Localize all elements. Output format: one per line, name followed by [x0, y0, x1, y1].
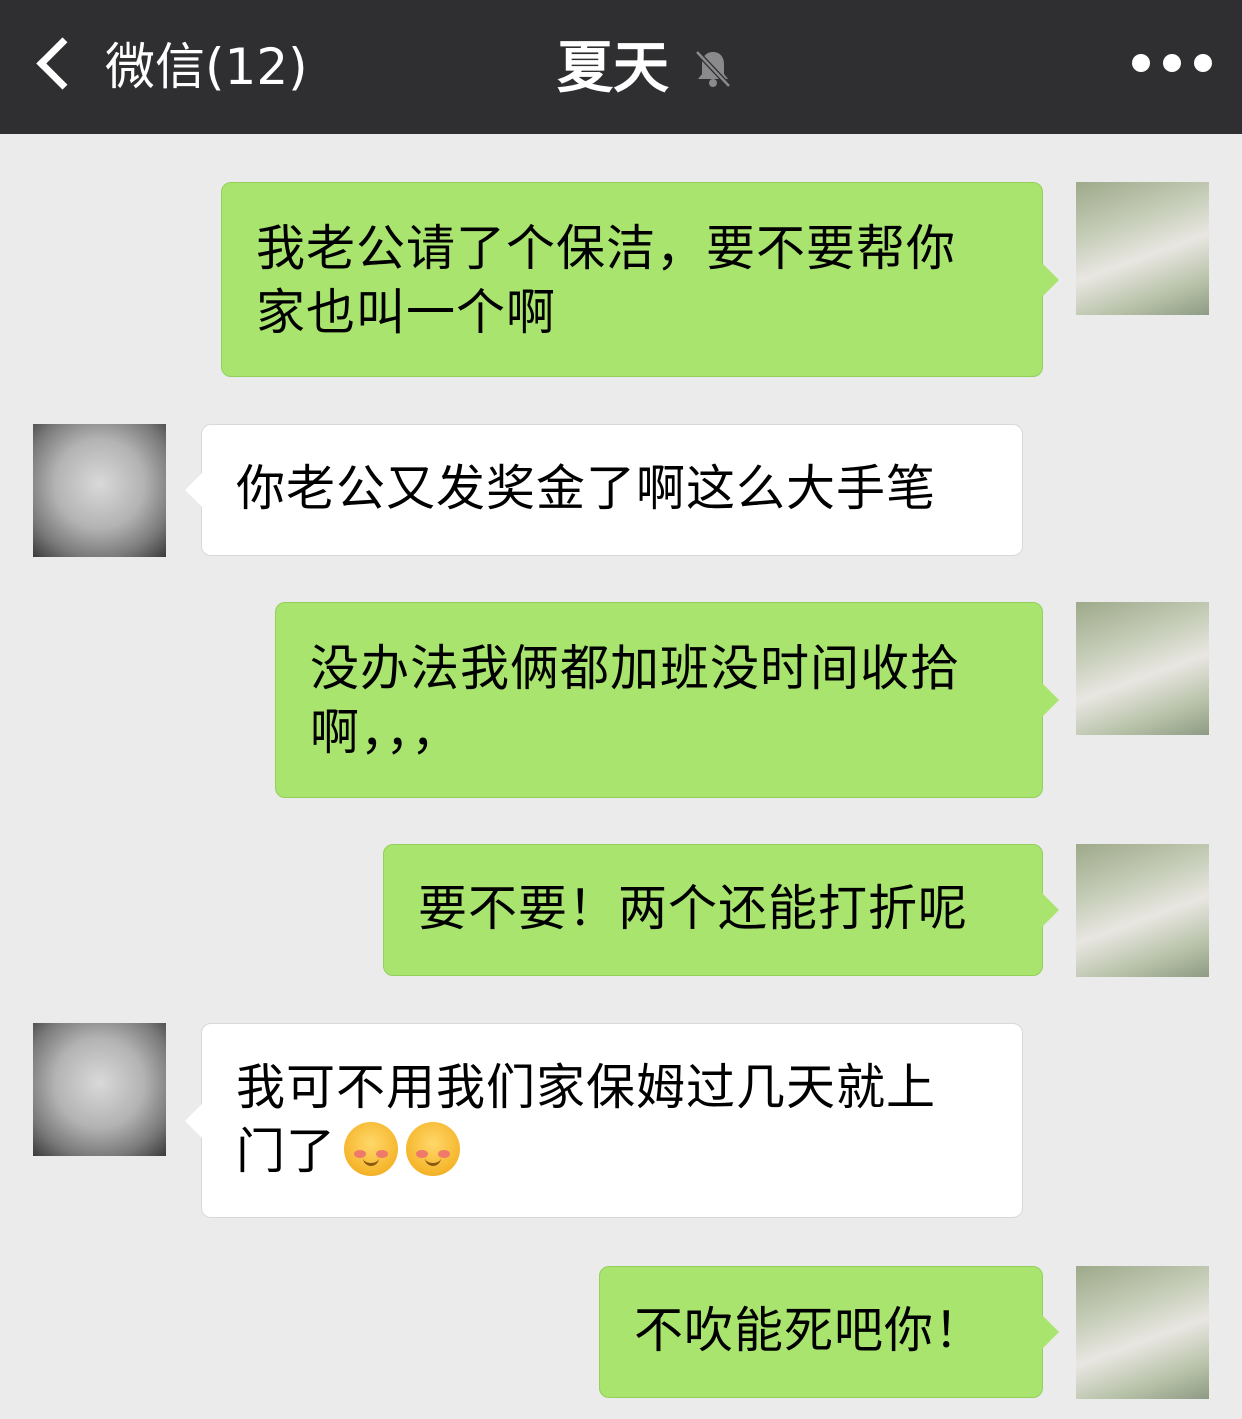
avatar[interactable] — [1076, 1266, 1209, 1399]
message-bubble[interactable]: 我可不用我们家保姆过几天就上 门了 — [185, 1023, 1023, 1218]
bubble-tail — [185, 473, 202, 507]
avatar[interactable] — [1076, 602, 1209, 735]
avatar[interactable] — [33, 1023, 166, 1156]
message-text: 没办法我俩都加班没时间收拾 啊，，， — [310, 640, 961, 761]
message-bubble[interactable]: 你老公又发奖金了啊这么大手笔 — [185, 424, 1023, 556]
bubble-tail — [1042, 683, 1059, 717]
avatar[interactable] — [33, 424, 166, 557]
more-dots-icon — [1132, 54, 1150, 72]
more-options-button[interactable] — [1132, 46, 1212, 80]
message-text: 我老公请了个保洁，要不要帮你 家也叫一个啊 — [256, 220, 957, 341]
avatar[interactable] — [1076, 182, 1209, 315]
chat-header: 微信(12) 夏天 — [0, 0, 1242, 134]
message-text: 你老公又发奖金了啊这么大手笔 — [236, 460, 937, 517]
message-bubble[interactable]: 没办法我俩都加班没时间收拾 啊，，， — [275, 602, 1059, 798]
message-bubble[interactable]: 我老公请了个保洁，要不要帮你 家也叫一个啊 — [221, 182, 1059, 377]
bell-off-icon — [695, 50, 731, 88]
message-bubble[interactable]: 要不要！两个还能打折呢 — [383, 844, 1059, 976]
message-text: 要不要！两个还能打折呢 — [418, 880, 969, 937]
bubble-tail — [1042, 893, 1059, 927]
message-text: 我可不用我们家保姆过几天就上 门了 — [236, 1059, 937, 1180]
bubble-tail — [1042, 1315, 1059, 1349]
avatar[interactable] — [1076, 844, 1209, 977]
blush-emoji-icon — [406, 1122, 461, 1176]
blush-emoji-icon — [344, 1122, 399, 1176]
title-area: 夏天 — [0, 28, 1242, 101]
more-dots-icon — [1163, 54, 1181, 72]
bubble-tail — [185, 1103, 202, 1138]
bubble-tail — [1042, 262, 1059, 297]
more-dots-icon — [1194, 54, 1212, 72]
message-text: 不吹能死吧你！ — [634, 1302, 985, 1359]
chat-title: 夏天 — [557, 35, 669, 101]
message-bubble[interactable]: 不吹能死吧你！ — [599, 1266, 1059, 1398]
